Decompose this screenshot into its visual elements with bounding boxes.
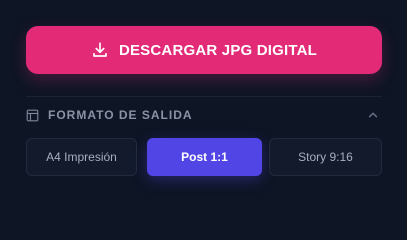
- download-button-label: DESCARGAR JPG DIGITAL: [118, 41, 318, 59]
- format-label: A4 Impresión: [46, 150, 117, 164]
- download-jpg-button[interactable]: DESCARGAR JPG DIGITAL: [26, 26, 382, 74]
- section-title: FORMATO DE SALIDA: [48, 108, 193, 122]
- format-a4-button[interactable]: A4 Impresión: [26, 138, 137, 176]
- layout-icon: [26, 109, 39, 122]
- format-post-button[interactable]: Post 1:1: [147, 138, 262, 176]
- chevron-up-icon[interactable]: [366, 108, 380, 122]
- format-label: Post 1:1: [181, 150, 228, 164]
- format-options: A4 Impresión Post 1:1 Story 9:16: [26, 138, 382, 176]
- export-panel: DESCARGAR JPG DIGITAL FORMATO DE SALIDA …: [0, 0, 407, 206]
- section-divider: [26, 96, 382, 97]
- download-icon: [91, 41, 109, 59]
- output-format-header: FORMATO DE SALIDA: [26, 104, 382, 126]
- format-label: Story 9:16: [298, 150, 353, 164]
- format-story-button[interactable]: Story 9:16: [269, 138, 382, 176]
